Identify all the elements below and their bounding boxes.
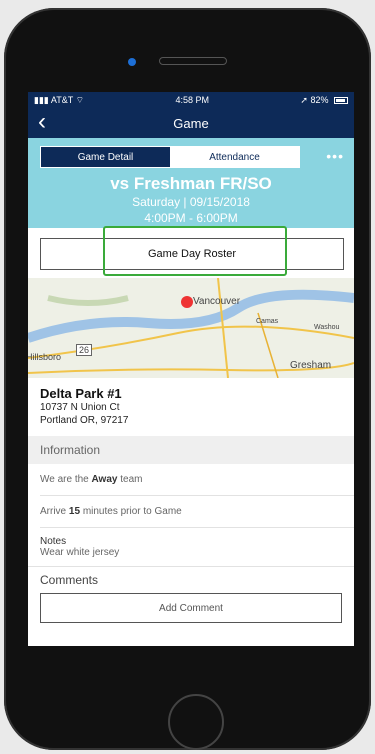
- location-details: Delta Park #1 10737 N Union Ct Portland …: [28, 378, 354, 436]
- battery-icon: [334, 96, 348, 104]
- battery-status: ➚ 82%: [300, 95, 348, 106]
- status-bar: ▮▮▮ AT&T ⌔ 4:58 PM ➚ 82%: [28, 92, 354, 108]
- highlight-box: [103, 226, 287, 276]
- roster-section: Game Day Roster: [28, 226, 354, 278]
- event-banner: vs Freshman FR/SO Saturday | 09/15/2018 …: [28, 174, 354, 228]
- arrival-info: Arrive 15 minutes prior to Game: [40, 506, 182, 517]
- app-screen: ▮▮▮ AT&T ⌔ 4:58 PM ➚ 82% ‹ Game Game Det…: [28, 92, 354, 646]
- signal-icon: ▮▮▮: [34, 94, 49, 105]
- event-time: 4:00PM - 6:00PM: [144, 211, 238, 225]
- map-label: 26: [76, 344, 93, 356]
- comments-header: Comments: [40, 573, 99, 587]
- tab-attendance[interactable]: Attendance: [170, 147, 299, 167]
- map-pin-icon: [181, 296, 193, 308]
- add-comment-button[interactable]: Add Comment: [40, 593, 342, 623]
- tab-bar: Game Detail Attendance •••: [28, 138, 354, 174]
- location-street: 10737 N Union Ct: [40, 402, 120, 413]
- page-title: Game: [173, 115, 209, 131]
- map-label: Camas: [256, 318, 279, 325]
- location-map[interactable]: Vancouver Camas Washou Hillsboro 26 Gres…: [28, 278, 354, 378]
- location-name: Delta Park #1: [40, 386, 122, 401]
- more-options-icon[interactable]: •••: [326, 148, 344, 164]
- carrier-label: ▮▮▮ AT&T ⌔: [34, 94, 85, 105]
- back-chevron-icon[interactable]: ‹: [38, 110, 46, 134]
- segmented-control: Game Detail Attendance: [40, 146, 300, 168]
- opponent-title: vs Freshman FR/SO: [110, 174, 272, 193]
- map-label: Gresham: [290, 360, 332, 371]
- notes-label: Notes: [40, 536, 67, 547]
- notes-value: Wear white jersey: [40, 547, 120, 558]
- team-info: We are the Away team: [40, 474, 143, 485]
- notes: Notes Wear white jersey: [28, 528, 354, 558]
- map-label: Washou: [314, 324, 340, 331]
- map-label: Hillsboro: [28, 352, 62, 362]
- front-camera: [128, 58, 136, 66]
- tab-game-detail[interactable]: Game Detail: [41, 147, 170, 167]
- clock: 4:58 PM: [175, 95, 209, 105]
- nav-bar: ‹ Game: [28, 108, 354, 138]
- information-header: Information: [28, 436, 354, 464]
- earpiece-speaker: [159, 57, 227, 65]
- location-city: Portland OR, 97217: [40, 415, 129, 426]
- map-label: Vancouver: [193, 296, 241, 307]
- location-icon: ➚: [300, 94, 308, 105]
- home-button[interactable]: [168, 694, 224, 750]
- event-date: Saturday | 09/15/2018: [132, 195, 250, 209]
- wifi-icon: ⌔: [75, 94, 85, 105]
